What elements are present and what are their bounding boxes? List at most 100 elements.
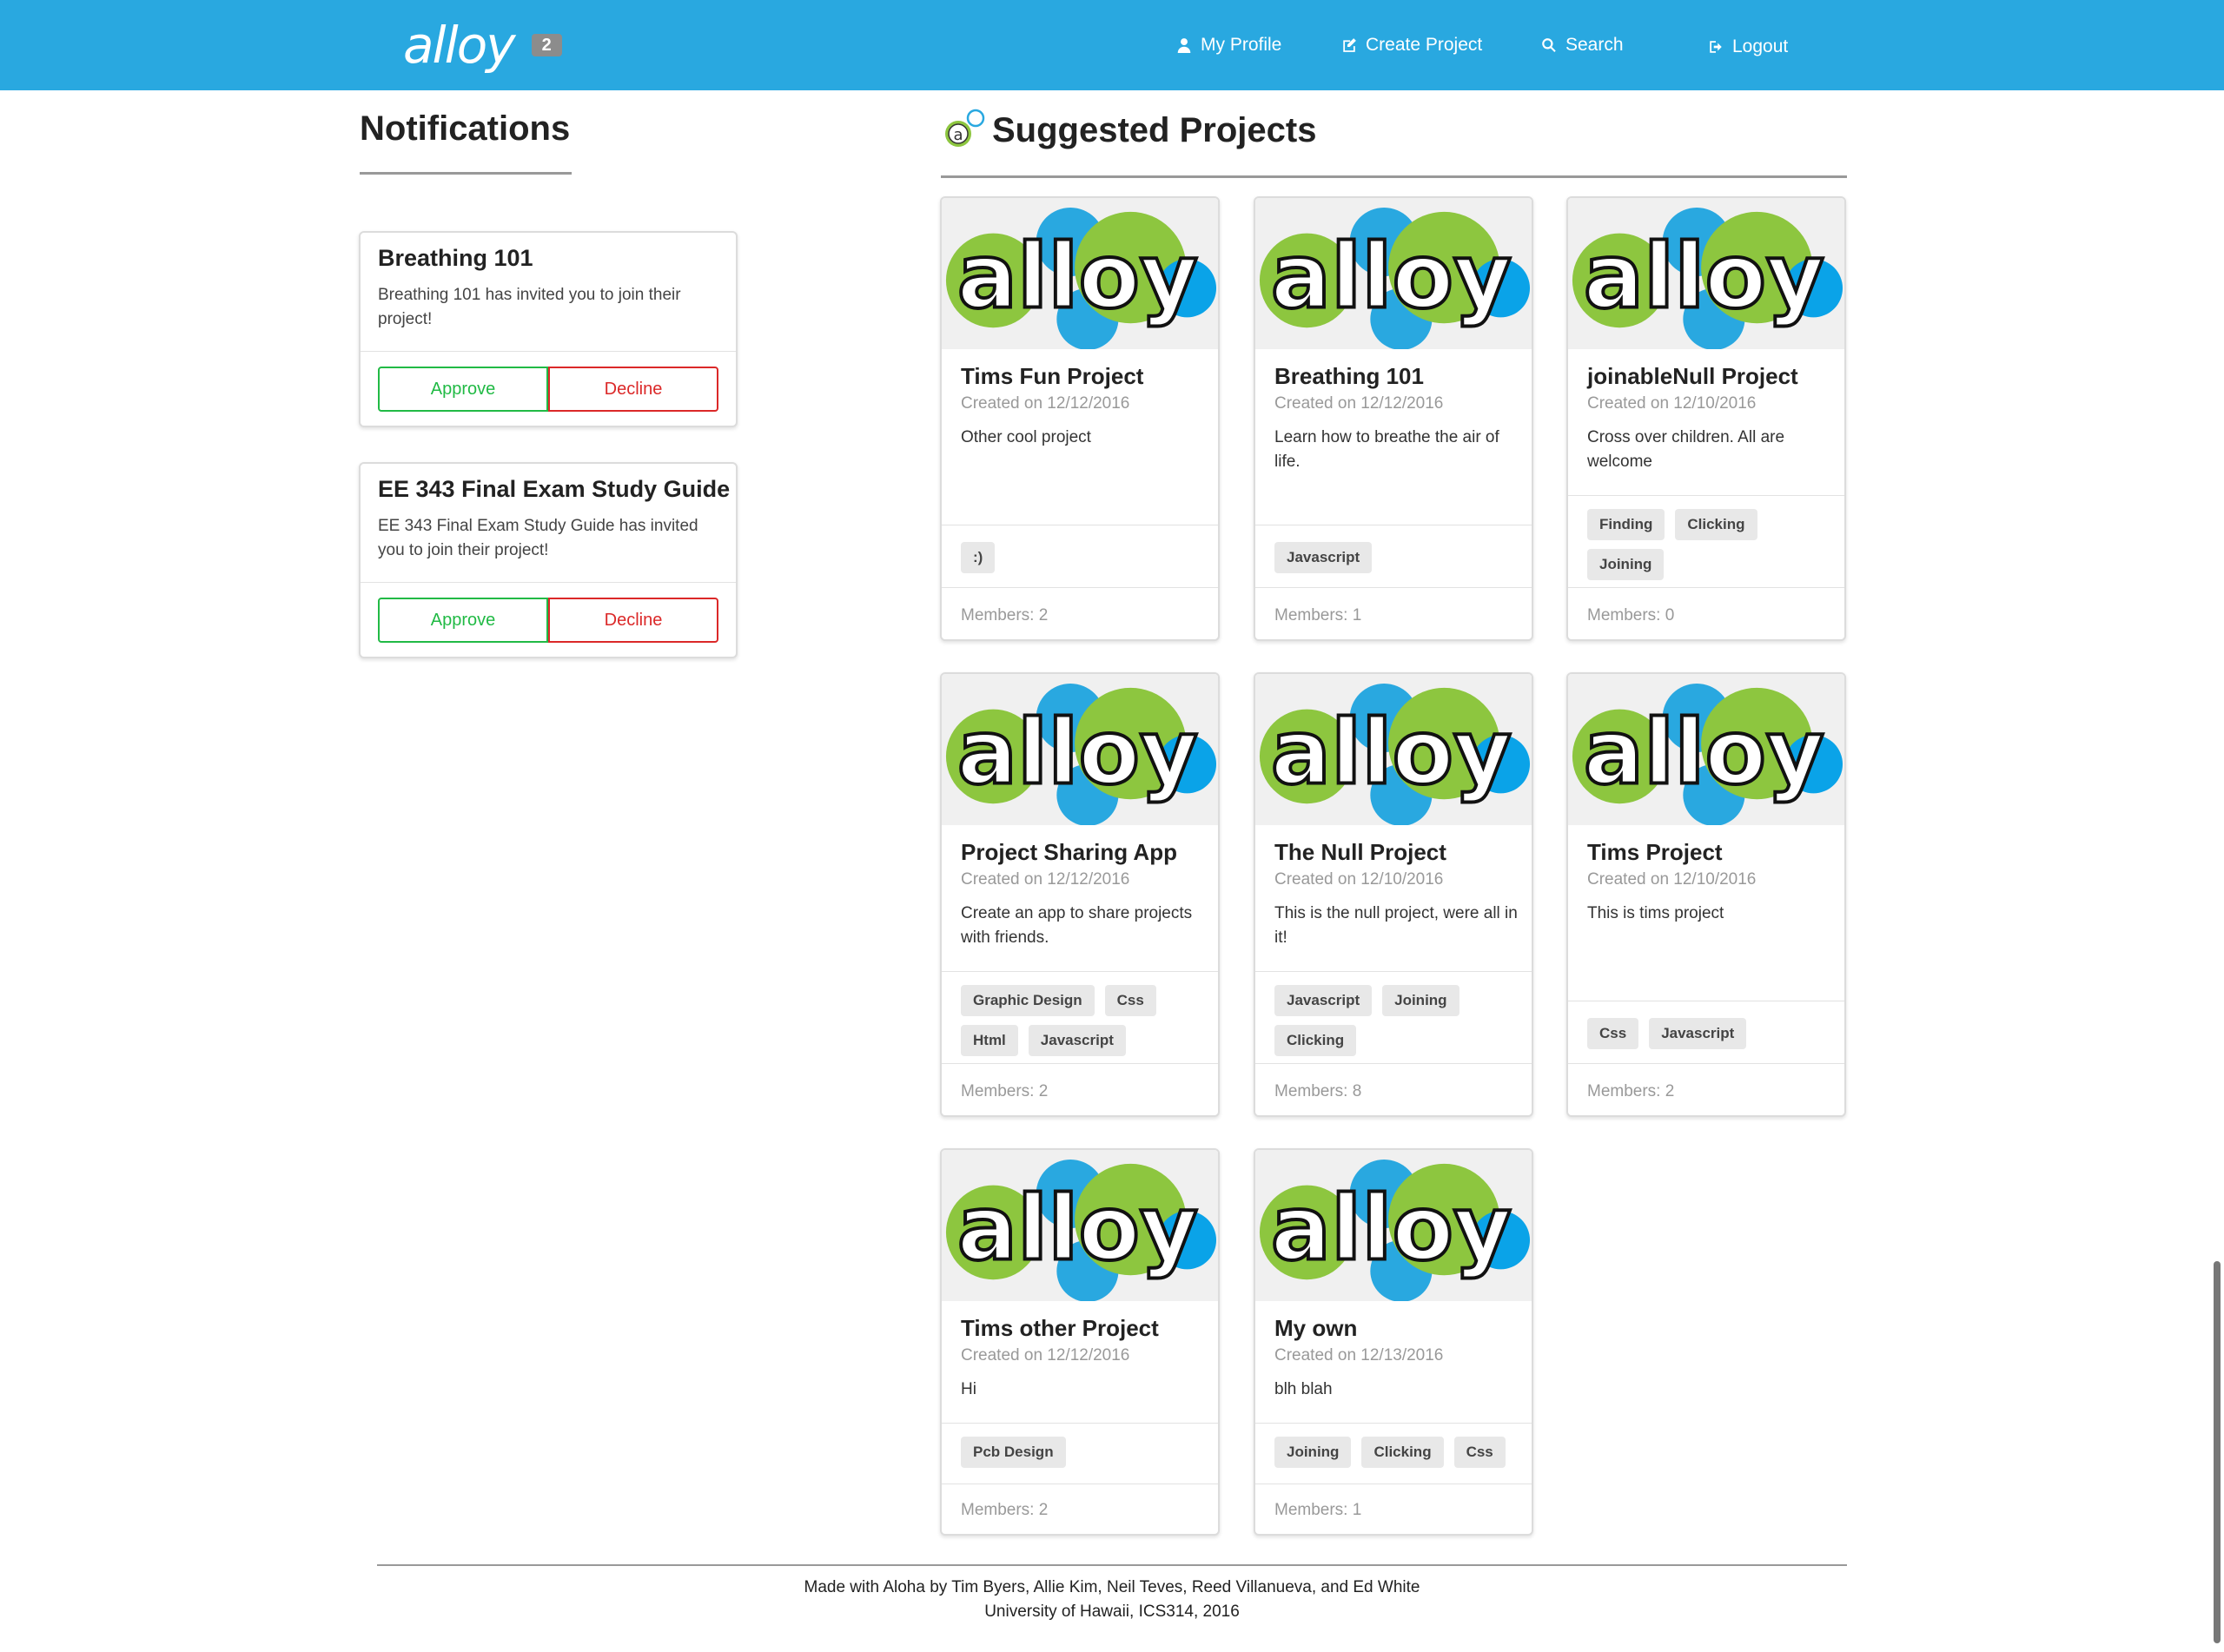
nav-search[interactable]: Search [1541, 28, 1624, 63]
search-icon [1542, 38, 1556, 52]
brand-logo[interactable]: alloy [403, 20, 516, 70]
project-tags: Joining Clicking Css [1274, 1437, 1521, 1468]
project-title[interactable]: joinableNull Project [1587, 363, 1798, 390]
project-image: alloy [1568, 674, 1844, 825]
notification-divider [361, 582, 736, 583]
project-tag[interactable]: Finding [1587, 509, 1665, 540]
project-card[interactable]: alloy Project Sharing App Created on 12/… [940, 672, 1220, 1117]
project-card[interactable]: alloy Tims other Project Created on 12/1… [940, 1148, 1220, 1536]
project-tag[interactable]: Javascript [1274, 542, 1373, 573]
notifications-underline [360, 172, 572, 175]
nav-logout[interactable]: Logout [1708, 30, 1788, 64]
project-description: Learn how to breathe the air of life. [1274, 428, 1499, 471]
project-tag[interactable]: Javascript [1028, 1025, 1126, 1056]
project-tags: Css Javascript [1587, 1018, 1834, 1049]
project-members-count: Members: 8 [1274, 1082, 1362, 1100]
project-tags: :) [961, 542, 1208, 573]
nav-my-profile[interactable]: My Profile [1176, 28, 1281, 63]
decline-button[interactable]: Decline [548, 598, 718, 643]
project-tag[interactable]: Graphic Design [961, 985, 1095, 1016]
project-tag[interactable]: Clicking [1675, 509, 1757, 540]
project-tag[interactable]: Css [1104, 985, 1156, 1016]
project-title[interactable]: Breathing 101 [1274, 363, 1424, 390]
project-description: This is tims project [1587, 904, 1724, 922]
notification-card: Breathing 101 Breathing 101 has invited … [359, 231, 738, 427]
project-image-text: alloy [957, 702, 1198, 805]
project-members-count: Members: 1 [1274, 1501, 1362, 1519]
notification-card: EE 343 Final Exam Study Guide EE 343 Fin… [359, 462, 738, 658]
card-divider [1255, 1483, 1532, 1484]
project-image-text: alloy [957, 226, 1198, 329]
project-tags: Pcb Design [961, 1437, 1208, 1468]
card-divider [1568, 495, 1844, 496]
notification-message: Breathing 101 has invited you to join th… [378, 286, 681, 328]
project-tag[interactable]: Css [1453, 1437, 1506, 1468]
project-created-date: Created on 12/13/2016 [1274, 1346, 1444, 1365]
project-image: alloy [1255, 674, 1532, 825]
notification-title: EE 343 Final Exam Study Guide [378, 476, 731, 502]
project-members-count: Members: 0 [1587, 606, 1675, 624]
project-image: alloy [942, 674, 1218, 825]
project-card[interactable]: alloy The Null Project Created on 12/10/… [1254, 672, 1533, 1117]
page-scrollbar[interactable] [2214, 1261, 2221, 1643]
project-image: alloy [1568, 198, 1844, 349]
project-title[interactable]: My own [1274, 1315, 1357, 1342]
project-description: Cross over children. All are welcome [1587, 428, 1785, 471]
project-card[interactable]: alloy My own Created on 12/13/2016 blh b… [1254, 1148, 1533, 1536]
project-tag[interactable]: Javascript [1274, 985, 1373, 1016]
project-members-count: Members: 2 [961, 606, 1049, 624]
project-created-date: Created on 12/10/2016 [1587, 394, 1757, 413]
approve-button[interactable]: Approve [378, 367, 548, 412]
project-title[interactable]: The Null Project [1274, 839, 1446, 866]
card-divider [1255, 1423, 1532, 1424]
project-title[interactable]: Tims Fun Project [961, 363, 1143, 390]
project-image: alloy [1255, 1150, 1532, 1301]
project-image: alloy [942, 1150, 1218, 1301]
project-description: blh blah [1274, 1380, 1333, 1398]
project-image-text: alloy [1584, 702, 1824, 805]
project-tags: Javascript Joining Clicking [1274, 985, 1521, 1056]
approve-button[interactable]: Approve [378, 598, 548, 643]
suggested-projects-underline [941, 175, 1847, 178]
project-card[interactable]: alloy Tims Fun Project Created on 12/12/… [940, 196, 1220, 641]
notification-divider [361, 351, 736, 352]
footer-university: University of Hawaii, ICS314, 2016 [984, 1602, 1240, 1621]
project-tag[interactable]: Css [1587, 1018, 1639, 1049]
project-tag[interactable]: :) [961, 542, 996, 573]
nav-create-project-label: Create Project [1366, 35, 1483, 55]
project-tag[interactable]: Pcb Design [961, 1437, 1066, 1468]
card-divider [1568, 1063, 1844, 1064]
project-card[interactable]: alloy Tims Project Created on 12/10/2016… [1566, 672, 1846, 1117]
nav-create-project[interactable]: Create Project [1341, 28, 1482, 63]
project-tag[interactable]: Javascript [1649, 1018, 1747, 1049]
project-image-text: alloy [1271, 702, 1512, 805]
decline-button[interactable]: Decline [548, 367, 718, 412]
card-divider [942, 1483, 1218, 1484]
edit-icon [1343, 38, 1356, 52]
footer-divider [377, 1564, 1847, 1566]
project-card[interactable]: alloy joinableNull Project Created on 12… [1566, 196, 1846, 641]
project-created-date: Created on 12/10/2016 [1274, 870, 1444, 889]
project-tag[interactable]: Html [961, 1025, 1018, 1056]
notification-title: Breathing 101 [378, 245, 533, 271]
svg-text:a: a [953, 126, 963, 144]
project-tag[interactable]: Joining [1587, 549, 1665, 580]
project-description: Create an app to share projects with fri… [961, 904, 1193, 947]
project-title[interactable]: Project Sharing App [961, 839, 1177, 866]
brand[interactable]: alloy 2 [403, 16, 562, 75]
project-tag[interactable]: Clicking [1361, 1437, 1444, 1468]
project-image-text: alloy [1271, 226, 1512, 329]
project-created-date: Created on 12/12/2016 [961, 870, 1130, 889]
project-title[interactable]: Tims other Project [961, 1315, 1159, 1342]
project-card[interactable]: alloy Breathing 101 Created on 12/12/201… [1254, 196, 1533, 641]
project-tag[interactable]: Joining [1382, 985, 1460, 1016]
project-tag[interactable]: Joining [1274, 1437, 1352, 1468]
project-members-count: Members: 2 [1587, 1082, 1675, 1100]
card-divider [1255, 1063, 1532, 1064]
project-title[interactable]: Tims Project [1587, 839, 1723, 866]
project-tag[interactable]: Clicking [1274, 1025, 1357, 1056]
project-tags: Javascript [1274, 542, 1521, 573]
card-divider [942, 1423, 1218, 1424]
project-description: This is the null project, were all in it… [1274, 904, 1518, 947]
notification-message: EE 343 Final Exam Study Guide has invite… [378, 517, 698, 559]
